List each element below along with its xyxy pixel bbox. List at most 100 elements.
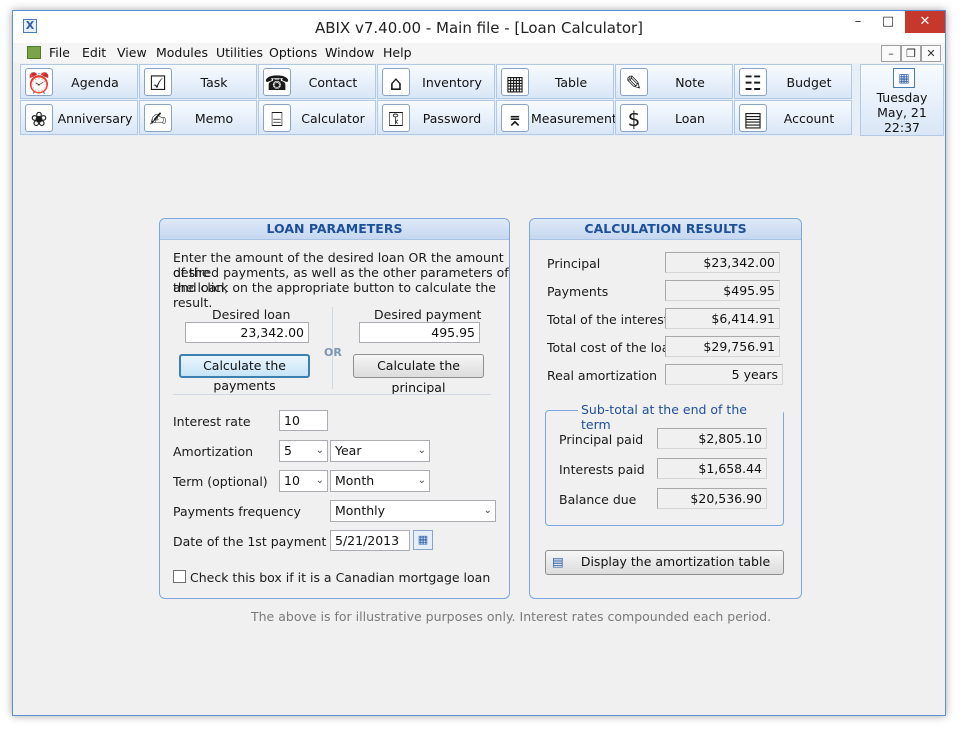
calendar-icon: ▦	[893, 68, 915, 88]
loan-parameters-header: LOAN PARAMETERS	[160, 219, 509, 240]
term-unit: Month	[335, 473, 375, 488]
menu-view[interactable]: View	[117, 45, 147, 60]
subtotal-label-interests-paid: Interests paid	[559, 462, 645, 477]
term-value-select[interactable]: 10 ⌄	[279, 470, 328, 492]
memo-pencil-icon: ✍	[144, 104, 172, 132]
window-title: ABIX v7.40.00 - Main file - [Loan Calcul…	[314, 19, 644, 37]
date-time: 22:37	[883, 120, 921, 135]
minimize-button[interactable]: –	[843, 11, 873, 33]
toolbar-label: Anniversary	[57, 111, 133, 126]
app-window: X ABIX v7.40.00 - Main file - [Loan Calc…	[12, 10, 946, 716]
checklist-icon: ☑	[144, 68, 172, 96]
menu-edit[interactable]: Edit	[82, 45, 106, 60]
toolbar-label: Budget	[786, 75, 832, 90]
note-pen-icon: ✎	[620, 68, 648, 96]
menu-help[interactable]: Help	[383, 45, 412, 60]
mdi-minimize-button[interactable]: –	[881, 45, 901, 62]
close-button[interactable]: ✕	[905, 11, 945, 33]
canadian-mortgage-checkbox[interactable]	[173, 570, 186, 583]
toolbar-label: Task	[200, 75, 228, 90]
toolbar-note-button[interactable]: ✎ Note	[615, 64, 733, 99]
menu-app-icon[interactable]	[27, 46, 41, 59]
menu-utilities[interactable]: Utilities	[216, 45, 263, 60]
frequency-select[interactable]: Monthly ⌄	[330, 500, 496, 522]
subtotal-label-balance-due: Balance due	[559, 492, 637, 507]
toolbar-budget-button[interactable]: ☷ Budget	[734, 64, 852, 99]
date-picker-icon[interactable]: ▦	[413, 530, 433, 550]
result-label-interests: Total of the interests	[547, 312, 676, 327]
title-bar: X ABIX v7.40.00 - Main file - [Loan Calc…	[13, 11, 945, 43]
toolbar-calculator-button[interactable]: ⌸ Calculator	[258, 100, 376, 135]
chevron-down-icon: ⌄	[417, 475, 426, 486]
toolbar-agenda-button[interactable]: ⏰ Agenda	[20, 64, 138, 99]
or-label: OR	[324, 346, 342, 359]
spreadsheet-icon: ▤	[739, 104, 767, 132]
date-day: Tuesday	[876, 90, 928, 105]
date-date: May, 21	[877, 105, 927, 120]
toolbar-inventory-button[interactable]: ⌂ Inventory	[377, 64, 495, 99]
amortization-value-select[interactable]: 5 ⌄	[279, 440, 328, 462]
frequency-value: Monthly	[335, 503, 386, 518]
amortization-label: Amortization	[173, 444, 254, 459]
result-value-real-amortization: 5 years	[665, 364, 783, 385]
loan-parameters-panel: LOAN PARAMETERS Enter the amount of the …	[159, 218, 510, 599]
first-payment-label: Date of the 1st payment	[173, 534, 327, 549]
password-pen-icon: ⚿	[382, 104, 410, 132]
interest-rate-input[interactable]: 10	[279, 410, 328, 431]
balloons-icon: ❀	[25, 104, 53, 132]
date-widget[interactable]: ▦ Tuesday May, 21 22:37	[860, 64, 944, 136]
amortization-unit-select[interactable]: Year ⌄	[330, 440, 430, 462]
menu-file[interactable]: File	[49, 45, 70, 60]
subtotal-group: Sub-total at the end of the term Princip…	[545, 402, 784, 526]
desired-loan-label: Desired loan	[212, 307, 291, 322]
mdi-close-button[interactable]: ✕	[921, 45, 941, 62]
money-icon: $	[620, 104, 648, 132]
term-value: 10	[284, 473, 300, 488]
desired-payment-label: Desired payment	[374, 307, 482, 322]
desired-payment-input[interactable]: 495.95	[359, 322, 480, 343]
toolbar-label: Calculator	[301, 111, 365, 126]
subtotal-value-balance-due: $20,536.90	[657, 488, 767, 509]
toolbar-label: Password	[422, 111, 482, 126]
term-unit-select[interactable]: Month ⌄	[330, 470, 430, 492]
chevron-down-icon: ⌄	[483, 505, 492, 516]
menu-modules[interactable]: Modules	[156, 45, 208, 60]
result-value-payments: $495.95	[665, 280, 780, 301]
toolbar-task-button[interactable]: ☑ Task	[139, 64, 257, 99]
result-value-interests: $6,414.91	[665, 308, 780, 329]
toolbar-contact-button[interactable]: ☎ Contact	[258, 64, 376, 99]
toolbar-account-button[interactable]: ▤ Account	[734, 100, 852, 135]
display-amortization-table-label: Display the amortization table	[580, 554, 771, 569]
toolbar-anniversary-button[interactable]: ❀ Anniversary	[20, 100, 138, 135]
maximize-button[interactable]: □	[873, 11, 903, 33]
first-payment-date-input[interactable]: 5/21/2013	[330, 530, 410, 551]
calculate-principal-button[interactable]: Calculate the principal	[353, 354, 484, 395]
toolbar-memo-button[interactable]: ✍ Memo	[139, 100, 257, 135]
ledger-icon: ☷	[739, 68, 767, 96]
result-label-real-amortization: Real amortization	[547, 368, 658, 383]
toolbar-measurement-button[interactable]: ⌆ Measurement	[496, 100, 617, 135]
calculator-icon: ⌸	[263, 104, 291, 132]
amortization-unit: Year	[335, 443, 362, 458]
display-amortization-table-button[interactable]: ▤ Display the amortization table	[545, 550, 784, 575]
house-icon: ⌂	[382, 68, 410, 96]
toolbar-label: Memo	[194, 111, 234, 126]
canadian-mortgage-label: Check this box if it is a Canadian mortg…	[190, 570, 491, 585]
result-value-principal: $23,342.00	[665, 252, 780, 273]
toolbar-label: Contact	[308, 75, 358, 90]
subtotal-value-interests-paid: $1,658.44	[657, 458, 767, 479]
toolbar-password-button[interactable]: ⚿ Password	[377, 100, 495, 135]
mdi-restore-button[interactable]: ❐	[901, 45, 921, 62]
toolbar-table-button[interactable]: ▦ Table	[496, 64, 614, 99]
result-label-principal: Principal	[547, 256, 601, 271]
desired-loan-input[interactable]: 23,342.00	[185, 322, 309, 343]
menu-window[interactable]: Window	[325, 45, 374, 60]
menu-options[interactable]: Options	[269, 45, 317, 60]
table-icon: ▤	[552, 554, 564, 569]
frequency-label: Payments frequency	[173, 504, 301, 519]
subtotal-value-principal-paid: $2,805.10	[657, 428, 767, 449]
calculate-payments-button[interactable]: Calculate the payments	[179, 354, 310, 393]
toolbar-loan-button[interactable]: $ Loan	[615, 100, 733, 135]
result-value-total-cost: $29,756.91	[665, 336, 780, 357]
toolbar-label: Loan	[675, 111, 705, 126]
